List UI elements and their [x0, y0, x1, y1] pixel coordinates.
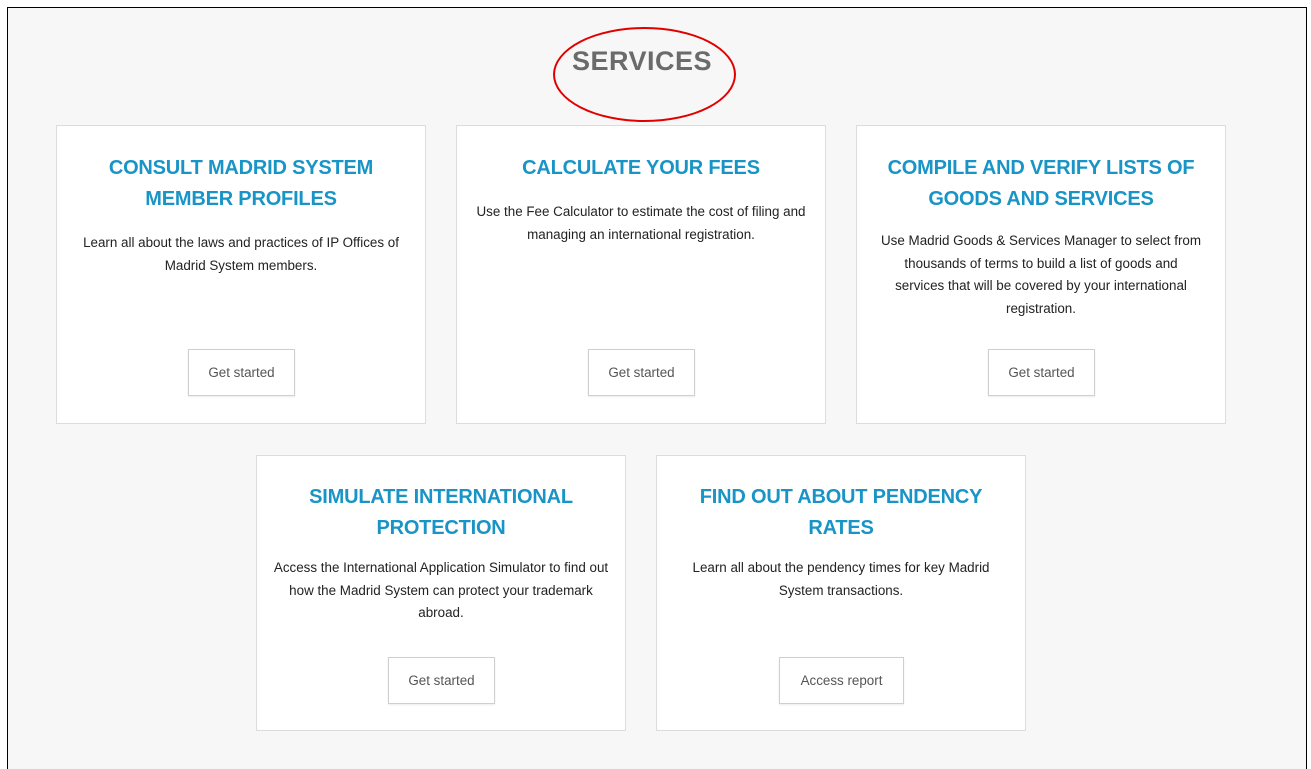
get-started-button[interactable]: Get started [388, 657, 495, 704]
service-card-fee-calculator: CALCULATE YOUR FEES Use the Fee Calculat… [456, 125, 826, 424]
service-card-pendency-rates: FIND OUT ABOUT PENDENCY RATES Learn all … [656, 455, 1026, 731]
card-title[interactable]: FIND OUT ABOUT PENDENCY RATES [687, 482, 995, 544]
annotation-circle [553, 27, 736, 122]
card-title[interactable]: COMPILE AND VERIFY LISTS OF GOODS AND SE… [877, 153, 1205, 215]
get-started-button[interactable]: Get started [588, 349, 695, 396]
service-card-member-profiles: CONSULT MADRID SYSTEM MEMBER PROFILES Le… [56, 125, 426, 424]
card-description: Use the Fee Calculator to estimate the c… [476, 204, 806, 242]
card-title[interactable]: CALCULATE YOUR FEES [477, 153, 805, 184]
access-report-button[interactable]: Access report [779, 657, 904, 704]
card-description: Learn all about the laws and practices o… [83, 235, 399, 273]
service-card-goods-services-manager: COMPILE AND VERIFY LISTS OF GOODS AND SE… [856, 125, 1226, 424]
card-title[interactable]: SIMULATE INTERNATIONAL PROTECTION [287, 482, 595, 544]
card-description: Use Madrid Goods & Services Manager to s… [881, 233, 1202, 316]
card-description: Learn all about the pendency times for k… [692, 560, 990, 598]
card-description: Access the International Application Sim… [273, 560, 609, 620]
get-started-button[interactable]: Get started [988, 349, 1095, 396]
card-title[interactable]: CONSULT MADRID SYSTEM MEMBER PROFILES [77, 153, 405, 215]
get-started-button[interactable]: Get started [188, 349, 295, 396]
service-card-simulator: SIMULATE INTERNATIONAL PROTECTION Access… [256, 455, 626, 731]
